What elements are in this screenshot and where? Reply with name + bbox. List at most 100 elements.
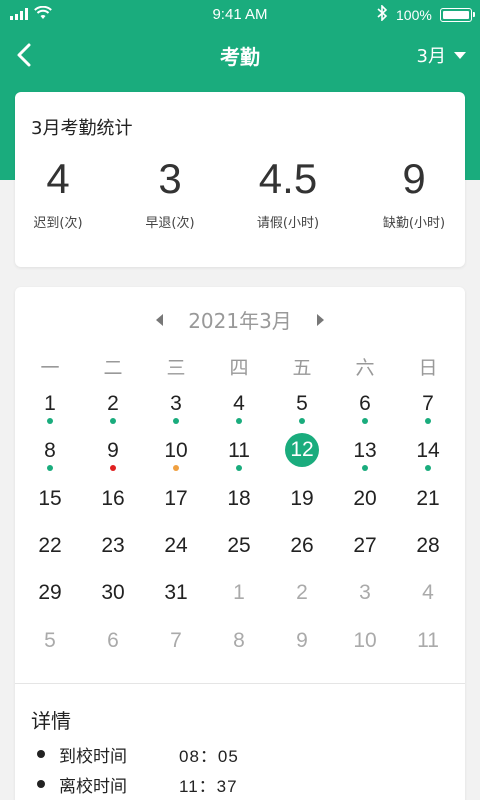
- day-number: 9: [107, 439, 119, 463]
- bullet-icon: [37, 750, 45, 758]
- calendar-day[interactable]: 22: [25, 533, 75, 577]
- detail-label: 到校时间: [59, 746, 127, 767]
- calendar-day[interactable]: 11: [403, 628, 453, 672]
- calendar-day[interactable]: 21: [403, 486, 453, 530]
- day-number: 3: [170, 392, 182, 415]
- day-number: 3: [359, 581, 371, 605]
- calendar-day[interactable]: 4: [214, 391, 264, 435]
- attendance-dot-normal: [47, 418, 53, 424]
- calendar-day[interactable]: 1: [214, 580, 264, 624]
- calendar-day[interactable]: 10: [151, 438, 201, 482]
- calendar-day[interactable]: 6: [88, 628, 138, 672]
- calendar-day[interactable]: 25: [214, 533, 264, 577]
- calendar-day[interactable]: 16: [88, 486, 138, 530]
- calendar-day[interactable]: 11: [214, 438, 264, 482]
- calendar-day[interactable]: 9: [277, 628, 327, 672]
- detail-item-arrival: 到校时间 08：05: [37, 742, 239, 767]
- calendar-day[interactable]: 7: [151, 628, 201, 672]
- detail-label: 离校时间: [59, 776, 127, 797]
- calendar-header: 2021年3月: [15, 303, 465, 335]
- calendar-day[interactable]: 30: [88, 580, 138, 624]
- month-dropdown[interactable]: 3月: [417, 42, 466, 68]
- day-number: 27: [353, 533, 377, 557]
- day-number: 30: [101, 581, 125, 605]
- calendar-day[interactable]: 27: [340, 533, 390, 577]
- weekday-label: 三: [166, 357, 186, 379]
- calendar-day[interactable]: 10: [340, 628, 390, 672]
- calendar-day[interactable]: 13: [340, 438, 390, 482]
- prev-month-icon[interactable]: [156, 314, 163, 326]
- caret-down-icon: [454, 51, 466, 59]
- day-number: 15: [38, 486, 62, 510]
- day-number: 2: [107, 392, 119, 415]
- attendance-dot-normal: [299, 418, 305, 424]
- attendance-dot-normal: [236, 465, 242, 472]
- calendar-day[interactable]: 9: [88, 438, 138, 482]
- day-number: 28: [416, 533, 440, 557]
- bullet-icon: [37, 780, 45, 788]
- calendar-day[interactable]: 4: [403, 580, 453, 624]
- calendar-day[interactable]: 2: [88, 391, 138, 435]
- calendar-day[interactable]: 18: [214, 486, 264, 530]
- day-number: 10: [353, 628, 377, 652]
- calendar-day[interactable]: 2: [277, 580, 327, 624]
- next-month-icon[interactable]: [317, 314, 324, 326]
- stat-value: 4: [46, 155, 70, 202]
- calendar-day[interactable]: 24: [151, 533, 201, 577]
- attendance-dot-normal: [173, 418, 179, 424]
- stat-label: 迟到(次): [33, 216, 83, 231]
- battery-percent: 100%: [396, 7, 432, 23]
- calendar-day[interactable]: 29: [25, 580, 75, 624]
- details-title: 详情: [31, 709, 71, 733]
- calendar-day[interactable]: 15: [25, 486, 75, 530]
- divider: [15, 683, 465, 684]
- detail-value: 11：37: [179, 776, 238, 796]
- calendar-day-today[interactable]: 12: [277, 433, 327, 482]
- bluetooth-icon: [377, 5, 388, 21]
- status-bar: 9:41 AM 100%: [0, 0, 480, 30]
- stat-label: 早退(次): [145, 216, 195, 231]
- weekday-row: 一二三四五六日: [15, 353, 465, 379]
- day-number: 24: [164, 533, 188, 557]
- day-number: 25: [227, 533, 251, 557]
- stat-label: 请假(小时): [256, 216, 320, 231]
- attendance-dot-late: [173, 465, 179, 472]
- calendar-day[interactable]: 26: [277, 533, 327, 577]
- attendance-dot-normal: [362, 465, 368, 472]
- calendar-day[interactable]: 1: [25, 391, 75, 435]
- day-number: 29: [38, 581, 62, 605]
- attendance-dot-normal: [110, 418, 116, 424]
- day-number: 6: [359, 392, 371, 415]
- calendar-day[interactable]: 3: [340, 580, 390, 624]
- day-number: 21: [416, 486, 440, 510]
- day-number: 23: [101, 533, 125, 557]
- attendance-dot-absent: [110, 465, 116, 472]
- calendar-day[interactable]: 5: [277, 391, 327, 435]
- attendance-dot-normal: [236, 418, 242, 424]
- calendar-day[interactable]: 6: [340, 391, 390, 435]
- stats-title: 3月考勤统计: [31, 118, 133, 139]
- calendar-day[interactable]: 28: [403, 533, 453, 577]
- day-number: 22: [38, 533, 62, 557]
- calendar-day[interactable]: 31: [151, 580, 201, 624]
- calendar-month-label: 2021年3月: [188, 309, 292, 333]
- calendar-day[interactable]: 17: [151, 486, 201, 530]
- calendar-day[interactable]: 8: [25, 438, 75, 482]
- day-number: 19: [290, 486, 314, 510]
- day-number: 20: [353, 486, 377, 510]
- weekday-label: 日: [418, 357, 438, 379]
- calendar-day[interactable]: 5: [25, 628, 75, 672]
- calendar-day[interactable]: 7: [403, 391, 453, 435]
- attendance-dot-normal: [47, 465, 53, 472]
- calendar-day[interactable]: 8: [214, 628, 264, 672]
- calendar-day[interactable]: 20: [340, 486, 390, 530]
- attendance-dot-normal: [425, 465, 431, 472]
- calendar-day[interactable]: 14: [403, 438, 453, 482]
- day-number: 11: [417, 628, 439, 652]
- calendar-day[interactable]: 3: [151, 391, 201, 435]
- stat-value: 9: [402, 155, 426, 202]
- calendar-day[interactable]: 19: [277, 486, 327, 530]
- calendar-day[interactable]: 23: [88, 533, 138, 577]
- weekday-label: 二: [103, 357, 123, 379]
- day-number: 12: [285, 433, 319, 468]
